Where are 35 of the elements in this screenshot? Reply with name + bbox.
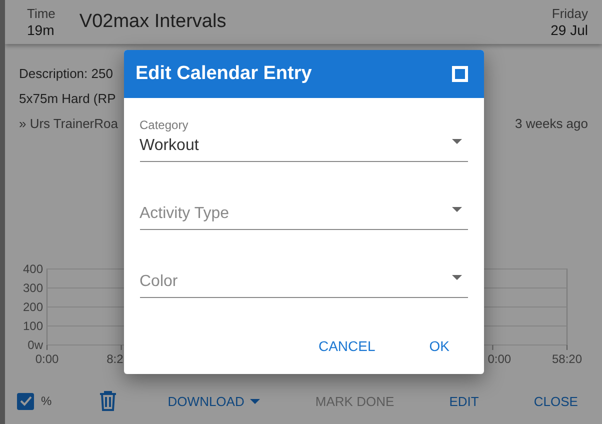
caret-icon (452, 207, 462, 212)
workout-title: V02max Intervals (79, 11, 228, 33)
percent-label: % (41, 394, 52, 408)
y-tick-label: 0w (28, 338, 43, 352)
percent-checkbox[interactable] (17, 392, 34, 410)
description-line: 5x75m Hard (RP (19, 91, 116, 106)
x-tick-label: 58:20 (552, 352, 582, 366)
trash-icon[interactable] (98, 391, 117, 411)
maximize-icon[interactable] (452, 66, 468, 82)
toolbar-button[interactable]: EDIT (445, 388, 483, 414)
select-field[interactable]: Color (140, 252, 468, 298)
caret-icon (452, 139, 462, 144)
source-link[interactable]: » Urs TrainerRoa (19, 116, 118, 131)
day-label: Friday (552, 6, 588, 22)
select-field[interactable]: Activity Type (140, 184, 468, 230)
caret-icon (250, 398, 260, 404)
select-field[interactable]: Category Workout (140, 116, 468, 162)
date-value: 29 Jul (550, 22, 588, 38)
time-label: Time (27, 6, 56, 22)
x-tick-label: 0:00 (35, 352, 59, 366)
download-button[interactable]: DOWNLOAD (164, 388, 264, 414)
y-tick-label: 400 (22, 262, 43, 276)
dialog-button[interactable]: OK (417, 332, 462, 360)
description-line: Description: 250 (19, 66, 113, 81)
y-tick-label: 300 (22, 281, 43, 295)
dialog-button[interactable]: CANCEL (306, 332, 388, 360)
toolbar-button[interactable]: CLOSE (530, 388, 582, 414)
x-tick-label: 0:00 (488, 352, 512, 366)
y-tick-label: 200 (22, 300, 43, 314)
x-tick-label: 8:2 (106, 352, 124, 366)
y-tick-label: 100 (22, 319, 43, 333)
caret-icon (452, 275, 462, 280)
time-value: 19m (27, 22, 54, 38)
dialog-title: Edit Calendar Entry (136, 63, 312, 85)
age-text: 3 weeks ago (515, 116, 588, 131)
